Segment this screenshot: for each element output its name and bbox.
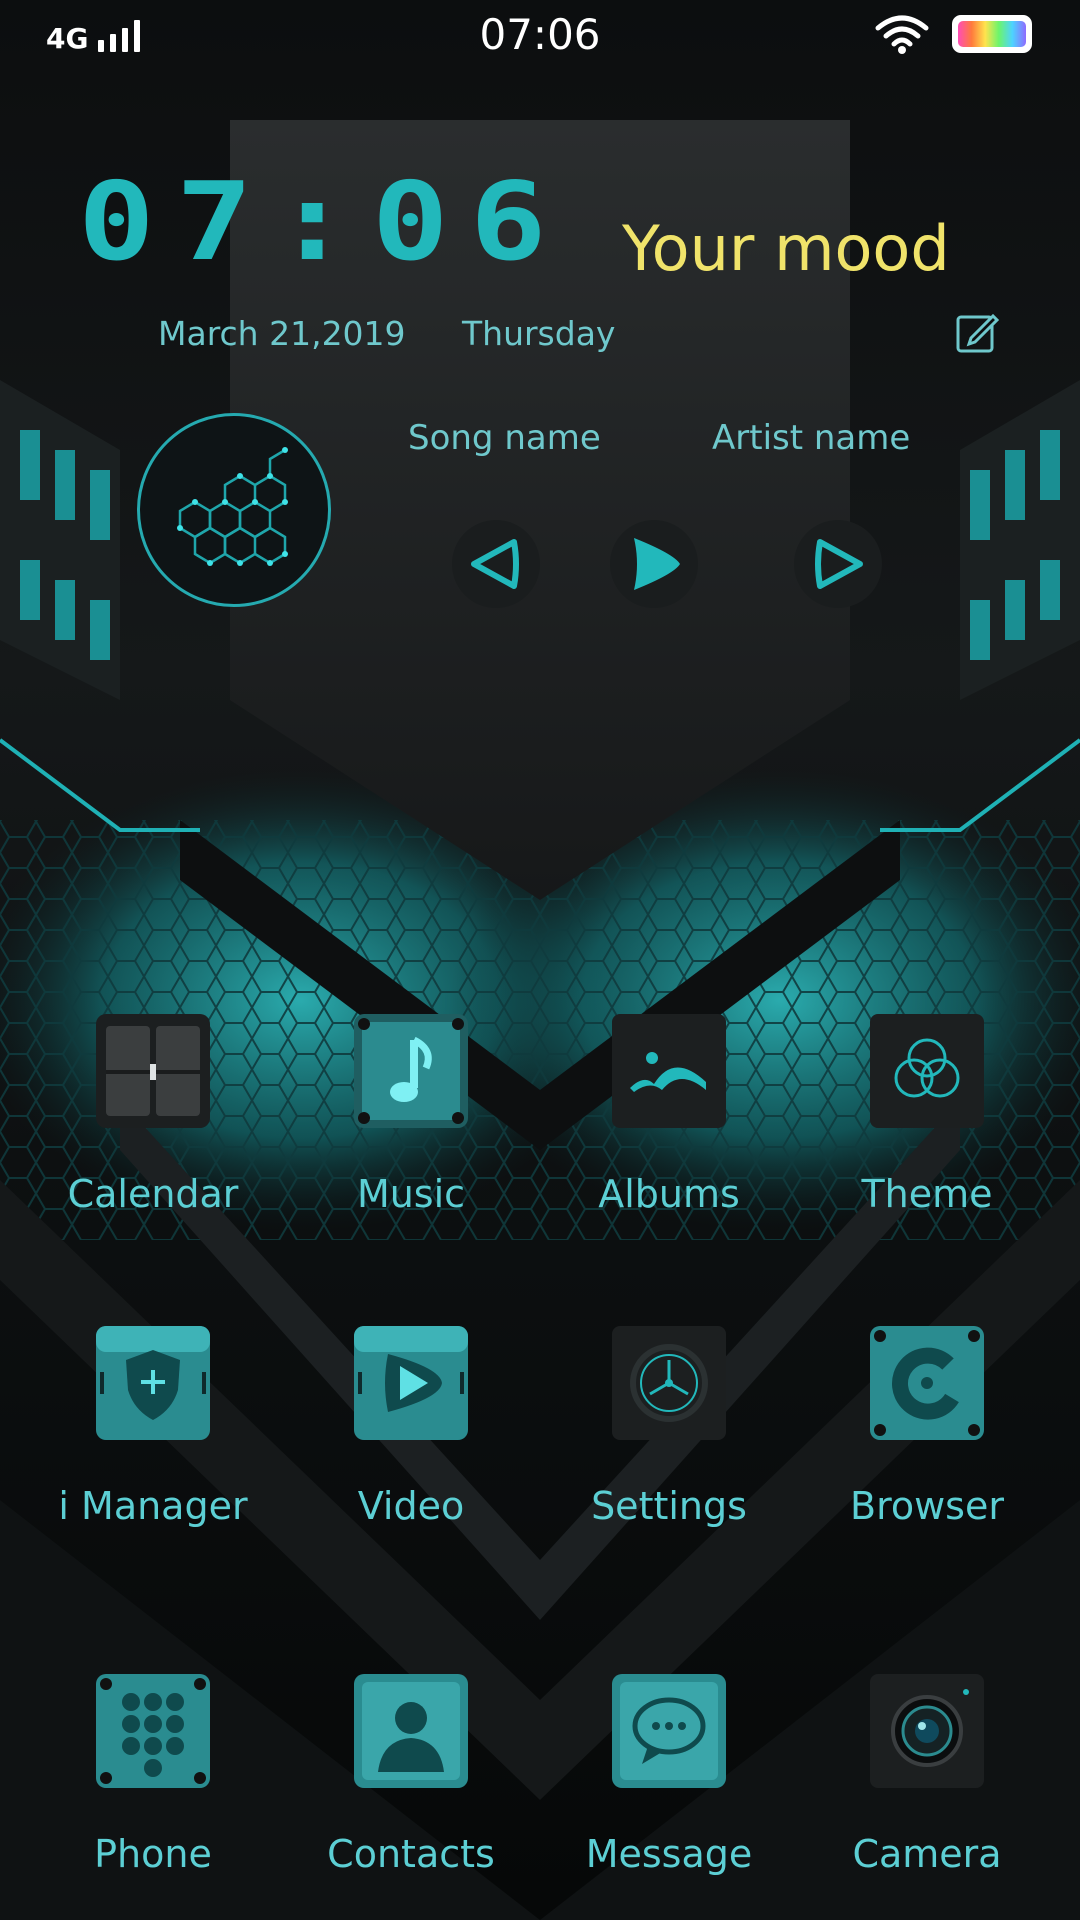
next-icon xyxy=(815,539,863,589)
status-bar: 4G 07:06 xyxy=(0,0,1080,70)
music-note-icon xyxy=(354,1014,468,1128)
shield-icon xyxy=(96,1326,210,1440)
calendar-icon xyxy=(96,1014,210,1128)
app-albums[interactable]: Albums xyxy=(544,1012,794,1272)
app-label: Contacts xyxy=(327,1832,495,1876)
app-camera[interactable]: Camera xyxy=(802,1672,1052,1920)
home-screen: 4G 07:06 07:06 Your mood March 21,2019 T… xyxy=(0,0,1080,1920)
previous-icon xyxy=(471,539,519,589)
app-browser[interactable]: Browser xyxy=(802,1324,1052,1584)
battery-icon xyxy=(952,15,1032,53)
next-button[interactable] xyxy=(794,520,882,608)
app-label: Browser xyxy=(850,1484,1004,1528)
app-label: Calendar xyxy=(67,1172,239,1216)
dialpad-icon xyxy=(96,1674,210,1788)
browser-icon xyxy=(870,1326,984,1440)
app-message[interactable]: Message xyxy=(544,1672,794,1920)
play-icon xyxy=(634,538,680,590)
video-play-icon xyxy=(354,1326,468,1440)
app-label: Phone xyxy=(94,1832,212,1876)
mood-text[interactable]: Your mood xyxy=(622,212,950,285)
app-label: Camera xyxy=(852,1832,1002,1876)
wallpaper xyxy=(0,120,1080,1920)
album-art[interactable] xyxy=(137,413,331,607)
app-label: Video xyxy=(357,1484,465,1528)
artist-name: Artist name xyxy=(712,418,911,458)
weekday-text: Thursday xyxy=(462,314,616,353)
app-label: Message xyxy=(585,1832,753,1876)
app-label: Settings xyxy=(591,1484,747,1528)
app-label: Theme xyxy=(861,1172,993,1216)
app-i-manager[interactable]: i Manager xyxy=(28,1324,278,1584)
message-icon xyxy=(612,1674,726,1788)
app-label: i Manager xyxy=(58,1484,248,1528)
play-button[interactable] xyxy=(610,520,698,608)
previous-button[interactable] xyxy=(452,520,540,608)
app-theme[interactable]: Theme xyxy=(802,1012,1052,1272)
date-text: March 21,2019 xyxy=(158,314,406,353)
app-music[interactable]: Music xyxy=(286,1012,536,1272)
camera-icon xyxy=(870,1674,984,1788)
app-contacts[interactable]: Contacts xyxy=(286,1672,536,1920)
app-label: Music xyxy=(356,1172,466,1216)
app-settings[interactable]: Settings xyxy=(544,1324,794,1584)
contact-icon xyxy=(354,1674,468,1788)
wifi-icon xyxy=(875,15,929,54)
widget-clock[interactable]: 07:06 xyxy=(78,160,568,285)
song-name: Song name xyxy=(408,418,601,458)
app-phone[interactable]: Phone xyxy=(28,1672,278,1920)
app-video[interactable]: Video xyxy=(286,1324,536,1584)
theme-icon xyxy=(870,1014,984,1128)
molecule-icon xyxy=(177,447,288,566)
albums-icon xyxy=(612,1014,726,1128)
settings-icon xyxy=(612,1326,726,1440)
edit-icon[interactable] xyxy=(955,310,999,354)
app-label: Albums xyxy=(598,1172,740,1216)
app-calendar[interactable]: Calendar xyxy=(28,1012,278,1272)
